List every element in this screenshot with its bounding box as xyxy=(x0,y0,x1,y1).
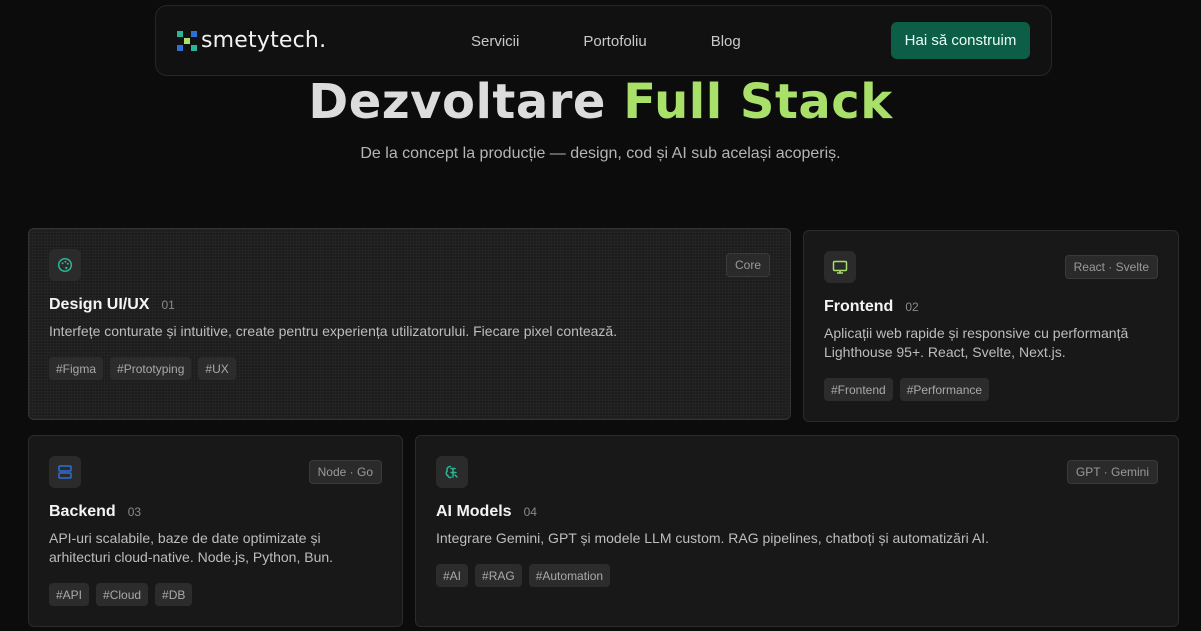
service-title: AI Models xyxy=(436,503,512,520)
nav-links: Servicii Portofoliu Blog xyxy=(471,33,741,50)
service-title-row: Frontend 02 xyxy=(824,298,919,316)
navbar: smetytech. Servicii Portofoliu Blog Hai … xyxy=(155,5,1052,76)
tag-ux[interactable]: #UX xyxy=(198,357,236,380)
hero-title-part1: Dezvoltare xyxy=(308,74,606,130)
service-tags: #AI #RAG #Automation xyxy=(436,564,611,587)
nav-link-blog[interactable]: Blog xyxy=(711,33,741,50)
tag-cloud[interactable]: #Cloud xyxy=(96,583,149,606)
service-card-design[interactable]: Core Design UI/UX 01 Interfețe conturate… xyxy=(28,228,791,420)
logo[interactable]: smetytech. xyxy=(176,28,326,53)
tag-automation[interactable]: #Automation xyxy=(528,564,611,587)
service-tags: #Figma #Prototyping #UX xyxy=(49,357,236,380)
service-title: Design UI/UX xyxy=(49,296,150,313)
service-badge: React · Svelte xyxy=(1064,255,1158,279)
service-title-row: AI Models 04 xyxy=(436,503,537,521)
service-number: 04 xyxy=(523,505,537,519)
tag-performance[interactable]: #Performance xyxy=(899,378,990,401)
service-card-frontend[interactable]: React · Svelte Frontend 02 Aplicații web… xyxy=(803,230,1179,422)
monitor-icon xyxy=(824,251,856,283)
service-title: Frontend xyxy=(824,298,894,315)
service-description: Integrare Gemini, GPT și modele LLM cust… xyxy=(436,530,989,546)
tag-figma[interactable]: #Figma xyxy=(49,357,104,380)
tag-ai[interactable]: #AI xyxy=(436,564,469,587)
hero-title-part2: Full Stack xyxy=(623,74,893,130)
logo-text: smetytech. xyxy=(201,28,327,53)
cta-button[interactable]: Hai să construim xyxy=(891,22,1030,59)
palette-icon xyxy=(49,249,81,281)
tag-db[interactable]: #DB xyxy=(155,583,193,606)
tag-api[interactable]: #API xyxy=(49,583,90,606)
page: smetytech. Servicii Portofoliu Blog Hai … xyxy=(0,0,1201,631)
service-number: 01 xyxy=(161,298,175,312)
ai-brain-icon xyxy=(436,456,468,488)
tag-prototyping[interactable]: #Prototyping xyxy=(110,357,192,380)
tag-frontend[interactable]: #Frontend xyxy=(824,378,893,401)
logo-mark-icon xyxy=(176,30,198,52)
nav-link-portofoliu[interactable]: Portofoliu xyxy=(583,33,646,50)
service-tags: #Frontend #Performance xyxy=(824,378,990,401)
service-card-backend[interactable]: Node · Go Backend 03 API-uri scalabile, … xyxy=(28,435,403,627)
hero-subtitle: De la concept la producție — design, cod… xyxy=(360,145,841,162)
service-title-row: Backend 03 xyxy=(49,503,141,521)
service-badge: Core xyxy=(725,253,770,277)
service-card-ai-models[interactable]: GPT · Gemini AI Models 04 Integrare Gemi… xyxy=(415,435,1179,627)
nav-link-servicii[interactable]: Servicii xyxy=(471,33,519,50)
hero-title: Dezvoltare Full Stack xyxy=(0,74,1201,130)
service-number: 02 xyxy=(905,300,919,314)
service-title-row: Design UI/UX 01 xyxy=(49,296,175,314)
service-description: Interfețe conturate și intuitive, create… xyxy=(49,323,618,339)
service-number: 03 xyxy=(127,505,142,519)
tag-rag[interactable]: #RAG xyxy=(475,564,522,587)
service-badge: GPT · Gemini xyxy=(1066,460,1158,484)
service-title: Backend xyxy=(49,503,116,520)
service-description: Aplicații web rapide și responsive cu pe… xyxy=(824,325,1129,360)
service-tags: #API #Cloud #DB xyxy=(49,583,193,606)
service-badge: Node · Go xyxy=(308,460,382,484)
server-icon xyxy=(49,456,81,488)
service-description: API-uri scalabile, baze de date optimiza… xyxy=(49,530,334,565)
